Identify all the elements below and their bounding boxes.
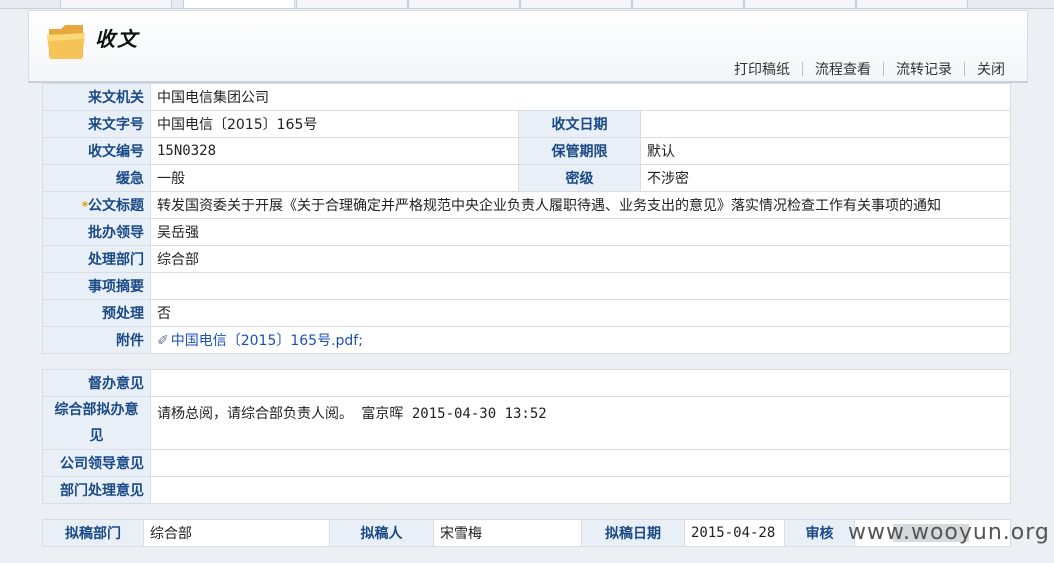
general-dept-opinion-value: 请杨总阅，请综合部负责人阅。 富京晖 2015-04-30 13:52 — [150, 396, 1011, 450]
attachment-cell: ✐ 中国电信〔2015〕165号.pdf; — [150, 326, 1011, 354]
table-row: 来文机关 中国电信集团公司 — [42, 83, 1011, 111]
table-row: 来文字号 中国电信〔2015〕165号 收文日期 — [42, 110, 1011, 138]
urgency-value: 一般 — [150, 164, 519, 192]
receive-date-label: 收文日期 — [518, 110, 641, 138]
action-bar: 打印稿纸 流程查看 流转记录 关闭 — [722, 59, 1017, 79]
dept-handle-opinion-label: 部门处理意见 — [42, 476, 151, 504]
retention-label: 保管期限 — [518, 137, 641, 165]
draft-dept-value: 综合部 — [143, 519, 330, 547]
supervise-opinion-label: 督办意见 — [42, 369, 151, 397]
browser-tab[interactable] — [296, 0, 408, 8]
paperclip-icon: ✐ — [157, 333, 169, 349]
approve-leader-value: 吴岳强 — [150, 218, 1011, 246]
table-row: 部门处理意见 — [42, 476, 1011, 504]
general-dept-opinion-label: 综合部拟办意见 — [42, 396, 151, 450]
company-leader-opinion-label: 公司领导意见 — [42, 449, 151, 477]
attachment-label: 附件 — [42, 326, 151, 354]
label-line: 综合部拟办意 — [54, 402, 139, 418]
browser-tab[interactable] — [856, 0, 968, 8]
browser-tab[interactable] — [183, 0, 295, 8]
attachment-link[interactable]: 中国电信〔2015〕165号.pdf; — [171, 333, 363, 349]
table-row: 缓急 一般 密级 不涉密 — [42, 164, 1011, 192]
drafter-label: 拟稿人 — [329, 519, 434, 547]
preprocess-label: 预处理 — [42, 299, 151, 327]
review-label: 审核 — [784, 519, 855, 547]
subject-label-cell: *公文标题 — [42, 191, 151, 219]
receive-number-value: 15N0328 — [150, 137, 519, 165]
table-row: 收文编号 15N0328 保管期限 默认 — [42, 137, 1011, 165]
doc-number-label: 来文字号 — [42, 110, 151, 138]
flow-log-button[interactable]: 流转记录 — [884, 59, 964, 79]
summary-label: 事项摘要 — [42, 272, 151, 300]
subject-label: 公文标题 — [88, 198, 144, 214]
receive-number-label: 收文编号 — [42, 137, 151, 165]
table-row: 督办意见 — [42, 369, 1011, 397]
table-row: 事项摘要 — [42, 272, 1011, 300]
browser-tab[interactable] — [744, 0, 856, 8]
table-row: 附件 ✐ 中国电信〔2015〕165号.pdf; — [42, 326, 1011, 354]
secrecy-label: 密级 — [518, 164, 641, 192]
table-row: *公文标题 转发国资委关于开展《关于合理确定并严格规范中央企业负责人履职待遇、业… — [42, 191, 1011, 219]
table-row: 公司领导意见 — [42, 449, 1011, 477]
draft-date-label: 拟稿日期 — [581, 519, 685, 547]
table-row: 处理部门 综合部 — [42, 245, 1011, 273]
approve-leader-label: 批办领导 — [42, 218, 151, 246]
table-row: 综合部拟办意见 请杨总阅，请综合部负责人阅。 富京晖 2015-04-30 13… — [42, 396, 1011, 450]
table-row: 预处理 否 — [42, 299, 1011, 327]
drafter-value: 宋雪梅 — [433, 519, 582, 547]
dept-handle-opinion-value — [150, 476, 1011, 504]
print-draft-button[interactable]: 打印稿纸 — [722, 59, 802, 79]
folder-icon — [47, 25, 85, 59]
browser-tab-strip — [0, 0, 1054, 9]
subject-value: 转发国资委关于开展《关于合理确定并严格规范中央企业负责人履职待遇、业务支出的意见… — [150, 191, 1011, 219]
doc-number-value: 中国电信〔2015〕165号 — [150, 110, 519, 138]
issuer-label: 来文机关 — [42, 83, 151, 111]
summary-value — [150, 272, 1011, 300]
preprocess-value: 否 — [150, 299, 1011, 327]
receive-date-value — [640, 110, 1011, 138]
browser-tab[interactable] — [60, 0, 172, 8]
issuer-value: 中国电信集团公司 — [150, 83, 1011, 111]
draft-date-value: 2015-04-28 — [684, 519, 785, 547]
table-row: 批办领导 吴岳强 — [42, 218, 1011, 246]
urgency-label: 缓急 — [42, 164, 151, 192]
opinions-table: 督办意见 综合部拟办意见 请杨总阅，请综合部负责人阅。 富京晖 2015-04-… — [42, 369, 1011, 504]
view-flow-button[interactable]: 流程查看 — [803, 59, 883, 79]
page-header: 收文 打印稿纸 流程查看 流转记录 关闭 — [28, 10, 1028, 83]
retention-value: 默认 — [640, 137, 1011, 165]
document-info-table: 来文机关 中国电信集团公司 来文字号 中国电信〔2015〕165号 收文日期 收… — [42, 83, 1011, 354]
supervise-opinion-value — [150, 369, 1011, 397]
handling-dept-label: 处理部门 — [42, 245, 151, 273]
secrecy-value: 不涉密 — [640, 164, 1011, 192]
watermark: www.wooyun.org — [848, 520, 1050, 545]
browser-tab[interactable] — [632, 0, 744, 8]
close-button[interactable]: 关闭 — [965, 59, 1017, 79]
company-leader-opinion-value — [150, 449, 1011, 477]
draft-dept-label: 拟稿部门 — [42, 519, 144, 547]
page-title: 收文 — [95, 27, 139, 51]
browser-tab[interactable] — [520, 0, 632, 8]
label-line: 见 — [89, 428, 104, 444]
handling-dept-value: 综合部 — [150, 245, 1011, 273]
browser-tab[interactable] — [408, 0, 520, 8]
